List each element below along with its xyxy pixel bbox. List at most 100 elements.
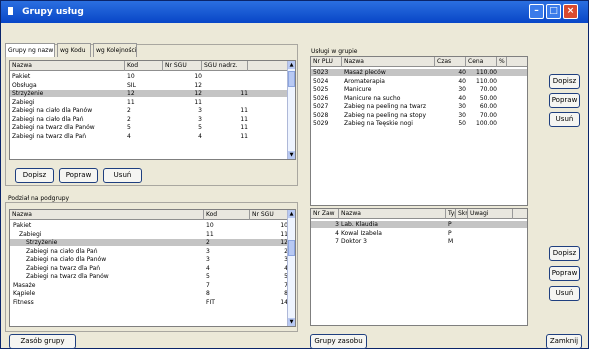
groups-grid[interactable]: Nazwa Kod Nr SGU SGU nadrz. Pakiet 10 10 Ob…	[9, 60, 296, 160]
subgroups-scroll-up-icon[interactable]: ▲	[288, 210, 295, 218]
groups-delete-button[interactable]: Usuń	[103, 168, 142, 183]
groups-row[interactable]: Zabiegi na ciało dla Pań 2 3 11	[10, 116, 295, 123]
subgroups-row[interactable]: Zabiegi 11 11	[10, 231, 295, 238]
services-row[interactable]: 5025 Manicure 30 70.00	[311, 86, 527, 93]
subgroups-row[interactable]: Masaże 7 7	[10, 282, 295, 289]
staff-notes-header[interactable]: Uwagi	[468, 209, 513, 219]
col-code-header[interactable]: Kod	[125, 61, 163, 71]
subgroups-row[interactable]: Zabiegi na ciało dla Pań 3 2	[10, 248, 295, 255]
tab-by-order[interactable]: wg Kolejności	[93, 43, 137, 57]
scroll-up-icon[interactable]: ▲	[288, 61, 295, 69]
staff-grid-header: Nr Zaw Nazwa Typ Skr Uwagi	[311, 209, 527, 219]
groups-cell-parent: 11	[240, 132, 248, 140]
services-cell-name: Aromaterapia	[344, 77, 385, 85]
time-header[interactable]: Czas	[435, 57, 466, 67]
subgroups-row[interactable]: Zabiegi na twarz dla Panów 5 5	[10, 273, 295, 280]
services-cell-plu: 5028	[313, 111, 329, 119]
subgroups-cell-sgu: 14	[280, 298, 288, 306]
staff-no-header[interactable]: Nr Zaw	[311, 209, 339, 219]
price-header[interactable]: Cena	[466, 57, 497, 67]
close-button[interactable]: Zamknij	[546, 334, 582, 349]
subgroups-cell-name: Zabiegi	[19, 230, 42, 238]
subgroups-title: Podział na podgrupy	[8, 195, 70, 202]
close-icon[interactable]: ×	[563, 4, 578, 19]
groups-row[interactable]: Obsługa SIL 12	[10, 82, 295, 89]
services-add-button[interactable]: Dopisz	[549, 74, 580, 89]
staff-cell-no: 4	[335, 229, 339, 237]
subgroups-scroll-thumb[interactable]	[288, 240, 295, 256]
groups-scrollbar[interactable]: ▲ ▼	[287, 61, 295, 159]
plu-header[interactable]: Nr PLU	[311, 57, 342, 67]
subgroups-row[interactable]: Pakiet 10 10	[10, 222, 295, 229]
minimize-icon[interactable]: –	[529, 4, 544, 19]
subgroups-cell-code: 4	[206, 264, 210, 272]
percent-header[interactable]: %	[497, 57, 507, 67]
services-row[interactable]: 5023 Masaż pleców 40 110.00	[311, 69, 527, 76]
groups-cell-name: Zabiegi	[12, 98, 35, 106]
resource-groups-button[interactable]: Grupy zasobu	[310, 334, 367, 349]
col-sgu-header[interactable]: Nr SGU	[163, 61, 202, 71]
groups-row[interactable]: Strzyżenie 12 12 11	[10, 90, 295, 97]
col-name-header[interactable]: Nazwa	[10, 61, 125, 71]
services-row[interactable]: 5026 Manicure na sucho 40 50.00	[311, 95, 527, 102]
window-title: Grupy usług	[22, 7, 84, 17]
groups-add-button[interactable]: Dopisz	[15, 168, 54, 183]
staff-delete-button[interactable]: Usuń	[549, 286, 580, 301]
staff-row[interactable]: 4 Kowal Izabela P	[311, 230, 527, 237]
subgroups-scrollbar[interactable]: ▲ ▼	[287, 210, 295, 326]
services-edit-button[interactable]: Popraw	[549, 93, 580, 108]
subgroups-row[interactable]: Kąpiele 8 8	[10, 290, 295, 297]
group-resource-button[interactable]: Zasób grupy	[9, 334, 76, 349]
staff-add-button[interactable]: Dopisz	[549, 246, 580, 261]
staff-name-header[interactable]: Nazwa	[339, 209, 446, 219]
staff-short-header[interactable]: Skr	[456, 209, 468, 219]
services-delete-button[interactable]: Usuń	[549, 112, 580, 127]
groups-cell-parent: 11	[240, 107, 248, 114]
groups-row[interactable]: Zabiegi 11 11	[10, 99, 295, 106]
maximize-icon[interactable]: □	[546, 4, 561, 19]
scroll-thumb[interactable]	[288, 71, 295, 87]
services-row[interactable]: 5027 Zabieg na peeling na twarz 30 60.00	[311, 103, 527, 110]
groups-row[interactable]: Pakiet 10 10	[10, 73, 295, 80]
scroll-down-icon[interactable]: ▼	[288, 151, 295, 159]
staff-edit-button[interactable]: Popraw	[549, 266, 580, 281]
services-row[interactable]: 5024 Aromaterapia 40 110.00	[311, 78, 527, 85]
staff-type-header[interactable]: Typ	[446, 209, 456, 219]
groups-cell-sgu: 4	[198, 132, 202, 140]
services-cell-name: Zabieg na Teęskie nogi	[344, 120, 413, 127]
groups-edit-button[interactable]: Popraw	[59, 168, 98, 183]
tab-by-code[interactable]: wg Kodu	[57, 43, 91, 57]
title-bar: Grupy usług – □ ×	[1, 1, 588, 23]
staff-cell-name: Lab. Klaudia	[341, 221, 378, 228]
subgroups-cell-sgu: 7	[250, 282, 288, 289]
subgroups-cell-code: 5	[206, 273, 210, 280]
groups-row[interactable]: Zabiegi na twarz dla Panów 5 5 11	[10, 124, 295, 131]
subgroups-scroll-down-icon[interactable]: ▼	[288, 318, 295, 326]
services-row[interactable]: 5029 Zabieg na Teęskie nogi 50 100.00	[311, 120, 527, 127]
subgroups-grid[interactable]: Nazwa Kod Nr SGU Pakiet 10 10 Zabiegi 11 11 St…	[9, 209, 296, 327]
groups-row[interactable]: Zabiegi na twarz dla Pań 4 4 11	[10, 133, 295, 140]
groups-cell-sgu: 10	[194, 73, 202, 80]
staff-row[interactable]: 7 Doktor 3 M	[311, 238, 527, 245]
staff-row[interactable]: 3 Lab. Klaudia P	[311, 221, 527, 228]
services-cell-name: Zabieg na peeling na stopy	[344, 111, 426, 119]
services-cell-plu: 5027	[313, 103, 329, 110]
sub-col-name-header[interactable]: Nazwa	[10, 210, 204, 220]
services-row[interactable]: 5028 Zabieg na peeling na stopy 30 70.00	[311, 112, 527, 119]
subgroups-row[interactable]: Strzyżenie 2 12	[10, 239, 295, 246]
col-parent-header[interactable]: SGU nadrz.	[202, 61, 248, 71]
sub-col-sgu-header[interactable]: Nr SGU	[250, 210, 288, 220]
staff-grid[interactable]: Nr Zaw Nazwa Typ Skr Uwagi 3Lab. Klaudia…	[310, 208, 528, 326]
services-grid[interactable]: Nr PLU Nazwa Czas Cena % 5023 Masaż plecó…	[310, 56, 528, 206]
service-name-header[interactable]: Nazwa	[342, 57, 435, 67]
groups-row[interactable]: Zabiegi na ciało dla Panów 2 3 11	[10, 107, 295, 114]
services-cell-time: 40	[458, 77, 466, 85]
subgroups-row[interactable]: Zabiegi na ciało dla Panów 3 3	[10, 256, 295, 263]
subgroups-row[interactable]: Fitness FIT 14	[10, 299, 295, 306]
sub-col-code-header[interactable]: Kod	[204, 210, 250, 220]
subgroups-row[interactable]: Zabiegi na twarz dla Pań 4 4	[10, 265, 295, 272]
services-cell-plu: 5023	[313, 69, 329, 76]
services-cell-price: 60.00	[479, 103, 497, 110]
staff-cell-short	[456, 221, 468, 228]
tab-by-name[interactable]: Grupy ng nazw	[5, 43, 55, 57]
